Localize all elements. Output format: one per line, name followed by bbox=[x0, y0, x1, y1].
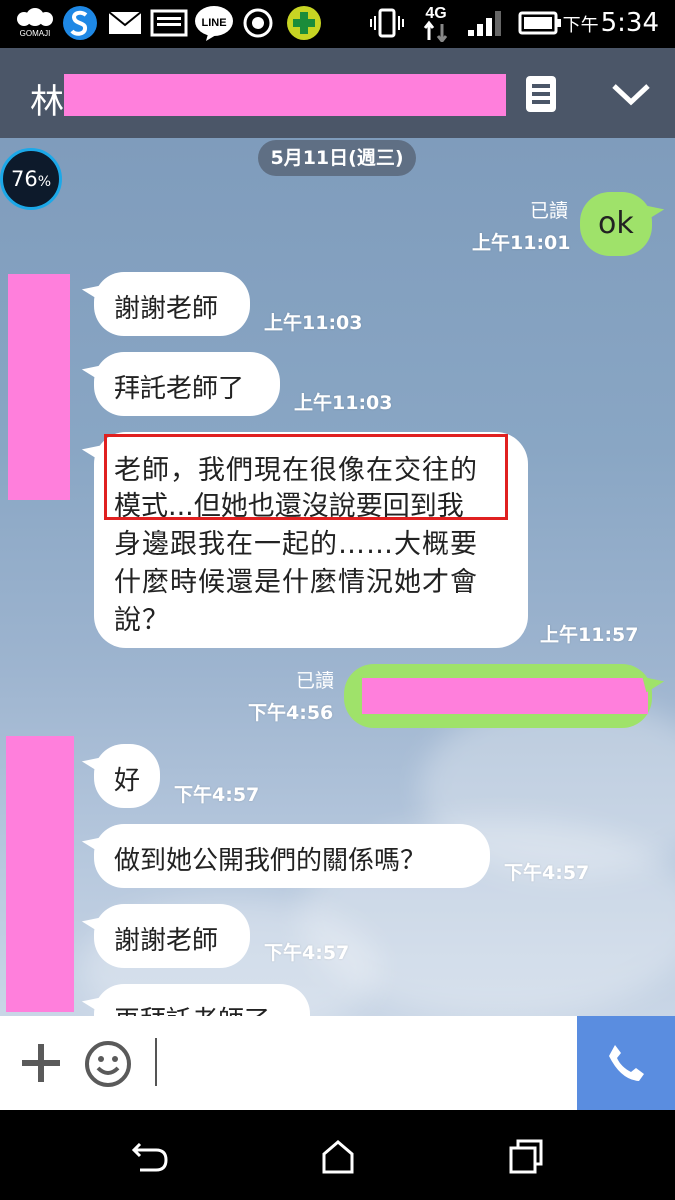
recents-icon[interactable] bbox=[508, 1138, 544, 1176]
gomaji-label: GOMAJI bbox=[20, 29, 51, 38]
message-bubble-sent[interactable] bbox=[344, 664, 652, 728]
chevron-down-icon[interactable] bbox=[610, 80, 652, 108]
chat-area[interactable]: 5月11日(週三) 76% 已讀 上午11:01 ok 謝謝老師 上午11:03… bbox=[0, 138, 675, 1016]
gallery-icon bbox=[150, 9, 188, 37]
message-text: 謝謝老師 bbox=[114, 294, 219, 324]
home-icon[interactable] bbox=[320, 1138, 356, 1176]
message-time: 下午4:57 bbox=[174, 784, 260, 806]
message-bubble-received[interactable]: 謝謝老師 bbox=[94, 904, 250, 968]
read-receipt: 已讀 bbox=[295, 670, 334, 692]
s-app-icon bbox=[63, 6, 97, 40]
read-receipt: 已讀 bbox=[529, 200, 568, 222]
message-text: 謝謝老師 bbox=[114, 926, 219, 956]
message-time: 上午11:01 bbox=[472, 232, 571, 254]
chat-header: 林 bbox=[0, 48, 675, 138]
plus-app-icon bbox=[287, 6, 321, 40]
text-input[interactable] bbox=[155, 1038, 157, 1086]
plus-icon[interactable] bbox=[20, 1042, 62, 1084]
call-button[interactable] bbox=[577, 1016, 675, 1110]
clock-prefix: 下午 bbox=[562, 15, 599, 36]
highlight-box bbox=[104, 434, 508, 520]
message-bubble-received[interactable]: 老師，我們現在很像在交往的 模式...但她也還沒說要回到我 身邊跟我在一起的……… bbox=[94, 432, 528, 648]
line-icon: LINE bbox=[195, 6, 233, 41]
message-time: 上午11:57 bbox=[540, 624, 639, 646]
record-icon bbox=[243, 8, 273, 38]
network-label: 4G bbox=[425, 5, 446, 22]
message-text: 好 bbox=[114, 766, 141, 796]
battery-widget-unit: % bbox=[37, 174, 52, 190]
message-time: 下午4:56 bbox=[248, 702, 334, 724]
message-bubble-received[interactable]: 再拜託老師了 bbox=[94, 984, 310, 1016]
back-icon[interactable] bbox=[130, 1140, 170, 1174]
message-text: 做到她公開我們的關係嗎？ bbox=[114, 846, 427, 876]
message-bubble-sent[interactable]: ok bbox=[580, 192, 652, 256]
signal-icon bbox=[468, 11, 501, 36]
emoji-icon[interactable] bbox=[84, 1040, 132, 1088]
message-time: 上午11:03 bbox=[294, 392, 393, 414]
battery-widget[interactable]: 76% bbox=[0, 148, 62, 210]
message-bubble-received[interactable]: 好 bbox=[94, 744, 160, 808]
message-text: ok bbox=[598, 206, 634, 241]
clock-time: 5:34 bbox=[600, 8, 659, 38]
chat-title[interactable]: 林 bbox=[30, 74, 64, 123]
message-line: 什麼時候還是什麼情況她才會 bbox=[114, 567, 478, 598]
system-nav-bar bbox=[0, 1110, 675, 1200]
message-input-bar bbox=[0, 1016, 675, 1110]
redacted-message-text bbox=[362, 678, 648, 714]
phone-call-icon bbox=[609, 1045, 644, 1081]
mail-icon bbox=[108, 11, 142, 34]
battery-widget-value: 76 bbox=[10, 167, 38, 191]
message-time: 下午4:57 bbox=[264, 942, 350, 964]
vibrate-icon bbox=[370, 8, 404, 38]
message-text: 拜託老師了 bbox=[114, 374, 245, 404]
redacted-contact-name bbox=[64, 74, 506, 116]
avatar[interactable] bbox=[6, 736, 74, 1012]
status-bar: GOMAJI LINE 4G 下午5:34 bbox=[0, 0, 675, 48]
message-time: 下午4:57 bbox=[504, 862, 590, 884]
message-bubble-received[interactable]: 謝謝老師 bbox=[94, 272, 250, 336]
avatar[interactable] bbox=[8, 274, 70, 500]
message-bubble-received[interactable]: 拜託老師了 bbox=[94, 352, 280, 416]
clock: 下午5:34 bbox=[563, 8, 659, 38]
gomaji-icon: GOMAJI bbox=[17, 8, 53, 38]
network-4g-icon: 4G bbox=[423, 5, 448, 42]
message-line: 身邊跟我在一起的……大概要 bbox=[114, 529, 478, 560]
date-separator: 5月11日(週三) bbox=[258, 140, 416, 176]
message-text: 再拜託老師了 bbox=[114, 1000, 270, 1016]
battery-icon bbox=[518, 11, 561, 35]
message-line: 說？ bbox=[114, 605, 170, 636]
memo-icon[interactable] bbox=[524, 74, 558, 114]
line-label: LINE bbox=[201, 17, 226, 29]
message-bubble-received[interactable]: 做到她公開我們的關係嗎？ bbox=[94, 824, 490, 888]
message-time: 上午11:03 bbox=[264, 312, 363, 334]
